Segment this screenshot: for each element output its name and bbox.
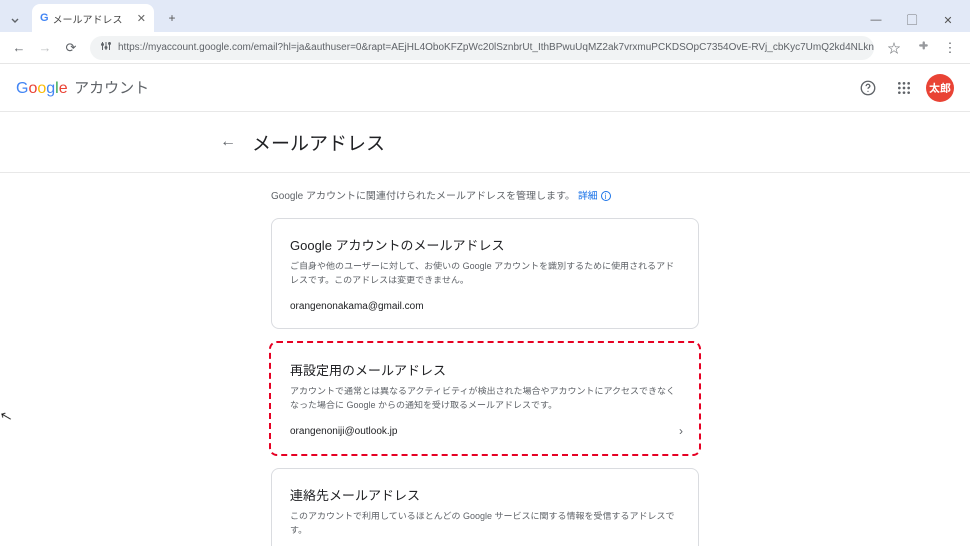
card-subtext: ご自身や他のユーザーに対して、お使いの Google アカウントを識別するために… <box>290 260 680 287</box>
recovery-email-value: orangenoniji@outlook.jp <box>290 426 680 437</box>
help-button[interactable] <box>854 74 882 102</box>
browser-toolbar: ← → ⟳ https://myaccount.google.com/email… <box>0 32 970 64</box>
card-heading: 連絡先メールアドレス <box>290 485 680 504</box>
browser-tab[interactable]: G メールアドレス ✕ <box>32 4 154 32</box>
site-settings-icon[interactable] <box>100 40 112 55</box>
google-apps-button[interactable] <box>890 74 918 102</box>
google-logo[interactable]: Google アカウント <box>16 77 149 98</box>
tab-dropdown-icon[interactable] <box>10 16 20 26</box>
page-description: Google アカウントに関連付けられたメールアドレスを管理します。 詳細 i <box>271 173 699 218</box>
info-icon: i <box>601 191 611 201</box>
nav-back-button[interactable]: ← <box>6 35 32 61</box>
chevron-right-icon: › <box>679 424 683 438</box>
window-minimize-button[interactable]: — <box>858 14 894 26</box>
account-avatar[interactable]: 太郎 <box>926 74 954 102</box>
page-back-button[interactable]: ← <box>212 126 244 158</box>
card-heading: 再設定用のメールアドレス <box>290 360 680 379</box>
nav-forward-button[interactable]: → <box>32 35 58 61</box>
new-tab-button[interactable]: + <box>162 8 182 28</box>
url-text: https://myaccount.google.com/email?hl=ja… <box>118 42 874 53</box>
card-subtext: このアカウントで利用しているほとんどの Google サービスに関する情報を受信… <box>290 510 680 537</box>
extensions-button[interactable] <box>908 39 936 56</box>
primary-email-card: Google アカウントのメールアドレス ご自身や他のユーザーに対して、お使いの… <box>271 218 699 329</box>
browser-menu-button[interactable]: ⋮ <box>936 40 964 56</box>
window-controls: — ▢ ✕ <box>858 12 970 32</box>
favicon-icon: G <box>40 12 49 24</box>
browser-titlebar: G メールアドレス ✕ + — ▢ ✕ <box>0 0 970 32</box>
primary-email-value: orangenonakama@gmail.com <box>290 301 680 312</box>
page-title: メールアドレス <box>252 129 385 156</box>
url-bar[interactable]: https://myaccount.google.com/email?hl=ja… <box>90 36 874 60</box>
bookmark-button[interactable]: ☆ <box>880 38 908 57</box>
learn-more-link[interactable]: 詳細 i <box>578 191 611 202</box>
window-maximize-button[interactable]: ▢ <box>894 12 930 28</box>
contact-email-card[interactable]: 連絡先メールアドレス このアカウントで利用しているほとんどの Google サー… <box>271 468 699 546</box>
tab-title: メールアドレス <box>53 11 137 26</box>
card-heading: Google アカウントのメールアドレス <box>290 235 680 254</box>
account-label: アカウント <box>74 80 149 97</box>
content-area: ← メールアドレス Google アカウントに関連付けられたメールアドレスを管理… <box>0 112 970 546</box>
card-subtext: アカウントで通常とは異なるアクティビティが検出された場合やアカウントにアクセスで… <box>290 385 680 412</box>
nav-reload-button[interactable]: ⟳ <box>58 35 84 61</box>
google-account-header: Google アカウント 太郎 <box>0 64 970 112</box>
window-close-button[interactable]: ✕ <box>930 14 966 27</box>
tab-close-icon[interactable]: ✕ <box>137 12 146 25</box>
recovery-email-card[interactable]: 再設定用のメールアドレス アカウントで通常とは異なるアクティビティが検出された場… <box>271 343 699 454</box>
